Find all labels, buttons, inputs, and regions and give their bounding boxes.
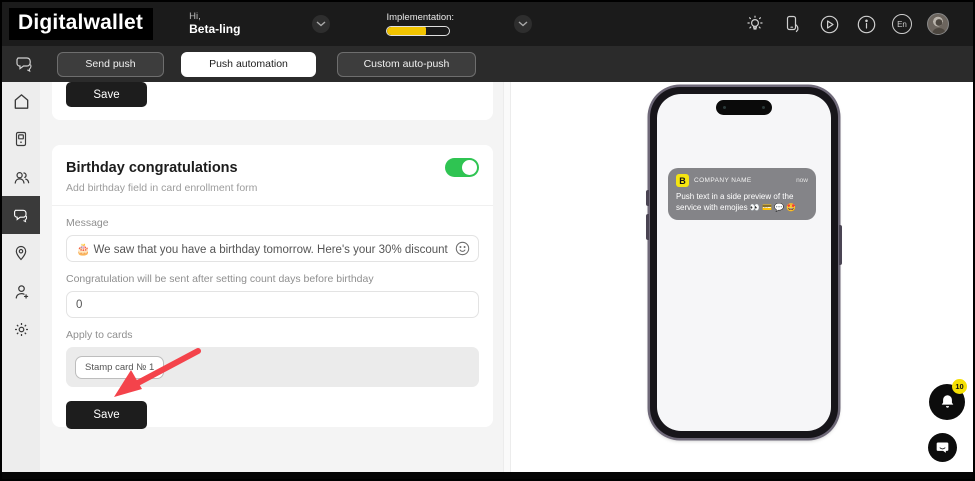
tab-push-automation[interactable]: Push automation bbox=[181, 52, 316, 77]
chat-icon bbox=[14, 53, 36, 75]
device-demo-icon[interactable] bbox=[781, 13, 803, 35]
notification-time: now bbox=[796, 177, 808, 184]
customers-icon bbox=[12, 168, 31, 187]
push-preview-panel: B COMPANY NAME now Push text in a side p… bbox=[511, 82, 973, 472]
implementation-progress-fill bbox=[387, 27, 425, 35]
message-input[interactable] bbox=[66, 235, 479, 262]
tab-send-push[interactable]: Send push bbox=[57, 52, 164, 77]
dynamic-island bbox=[716, 100, 772, 115]
tab-custom-auto-push[interactable]: Custom auto-push bbox=[337, 52, 476, 77]
push-notification-preview[interactable]: B COMPANY NAME now Push text in a side p… bbox=[668, 168, 816, 220]
smiley-icon[interactable] bbox=[455, 241, 470, 256]
app-logo[interactable]: Digitalwallet bbox=[9, 8, 153, 40]
phone-volume-button bbox=[646, 214, 649, 240]
top-header: Digitalwallet Hi, Beta-ling Implementati… bbox=[2, 2, 973, 46]
avatar[interactable] bbox=[927, 13, 949, 35]
implementation-label: Implementation: bbox=[386, 12, 454, 23]
save-button[interactable]: Save bbox=[66, 401, 147, 429]
push-tabbar: Send push Push automation Custom auto-pu… bbox=[2, 46, 973, 82]
implementation-progress: Implementation: bbox=[386, 12, 454, 36]
sidebar-item-push-messages[interactable] bbox=[2, 196, 40, 234]
sidebar-item-settings[interactable] bbox=[2, 310, 40, 348]
phone-screen: B COMPANY NAME now Push text in a side p… bbox=[657, 94, 831, 431]
message-label: Message bbox=[66, 217, 479, 229]
sidebar-item-locations[interactable] bbox=[2, 234, 40, 272]
notifications-badge: 10 bbox=[952, 379, 967, 394]
notification-text: Push text in a side preview of the servi… bbox=[676, 191, 808, 213]
bottom-bar bbox=[2, 472, 973, 479]
sidebar-item-managers[interactable] bbox=[2, 272, 40, 310]
toggle-knob bbox=[462, 160, 477, 175]
days-before-label: Congratulation will be sent after settin… bbox=[66, 273, 479, 285]
apply-to-cards-box: Stamp card № 1 bbox=[66, 347, 479, 387]
card-title: Birthday congratulations bbox=[66, 160, 238, 176]
sidebar-item-customers[interactable] bbox=[2, 158, 40, 196]
sidebar-item-cards[interactable] bbox=[2, 120, 40, 158]
scrollbar-track[interactable] bbox=[503, 82, 511, 472]
phone-volume-button bbox=[646, 190, 649, 206]
card-terminal-icon bbox=[12, 130, 30, 148]
birthday-toggle[interactable] bbox=[445, 158, 479, 177]
implementation-dropdown-button[interactable] bbox=[514, 15, 532, 33]
location-pin-icon bbox=[12, 244, 30, 262]
app-window: Digitalwallet Hi, Beta-ling Implementati… bbox=[0, 0, 975, 481]
manager-icon bbox=[12, 282, 31, 301]
sidebar bbox=[2, 82, 40, 472]
play-tutorial-icon[interactable] bbox=[818, 13, 840, 35]
gear-icon bbox=[12, 320, 31, 339]
birthday-congratulations-card: Birthday congratulations Add birthday fi… bbox=[52, 145, 493, 427]
divider bbox=[52, 205, 493, 206]
days-before-input[interactable] bbox=[66, 291, 479, 318]
greeting-name: Beta-ling bbox=[189, 23, 240, 37]
settings-content: Save Birthday congratulations Add birthd… bbox=[40, 82, 504, 472]
bell-icon bbox=[939, 393, 956, 411]
chat-bubble-icon bbox=[935, 440, 950, 455]
phone-power-button bbox=[839, 225, 842, 265]
language-icon[interactable]: En bbox=[892, 14, 912, 34]
support-chat-button[interactable] bbox=[928, 433, 957, 462]
previous-card-cut: Save bbox=[52, 82, 493, 120]
idea-icon[interactable] bbox=[744, 13, 766, 35]
apply-to-cards-label: Apply to cards bbox=[66, 329, 479, 341]
save-button-top[interactable]: Save bbox=[66, 82, 147, 107]
chevron-down-icon bbox=[316, 21, 326, 27]
info-icon[interactable] bbox=[855, 13, 877, 35]
account-dropdown-button[interactable] bbox=[312, 15, 330, 33]
greeting-hi: Hi, bbox=[189, 12, 240, 23]
chat-icon bbox=[12, 206, 31, 225]
home-icon bbox=[12, 92, 31, 111]
company-app-icon: B bbox=[676, 174, 689, 187]
notifications-button[interactable]: 10 bbox=[929, 384, 965, 420]
card-subtitle: Add birthday field in card enrollment fo… bbox=[66, 182, 479, 194]
user-greeting: Hi, Beta-ling bbox=[189, 12, 240, 37]
stamp-card-chip[interactable]: Stamp card № 1 bbox=[75, 356, 164, 379]
chevron-down-icon bbox=[518, 21, 528, 27]
implementation-progress-bar bbox=[386, 26, 450, 36]
sidebar-item-home[interactable] bbox=[2, 82, 40, 120]
company-name: COMPANY NAME bbox=[694, 177, 796, 184]
phone-mockup: B COMPANY NAME now Push text in a side p… bbox=[650, 87, 838, 438]
